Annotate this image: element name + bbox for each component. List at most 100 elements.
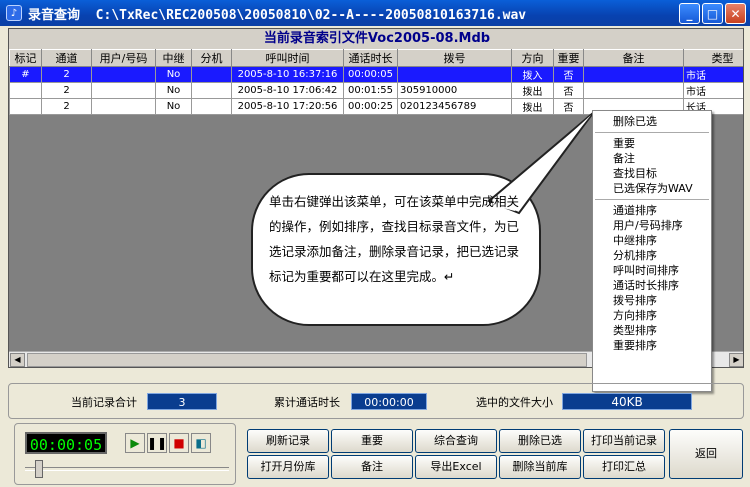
query-button[interactable]: 综合查询 bbox=[415, 429, 497, 453]
menu-item-note[interactable]: 备注 bbox=[593, 151, 711, 166]
record-count-label: 当前记录合计 bbox=[71, 396, 137, 409]
menu-item-delete-selected[interactable]: 删除已选 bbox=[593, 114, 711, 129]
export-excel-button[interactable]: 导出Excel bbox=[415, 455, 497, 479]
column-header[interactable]: 通话时长 bbox=[343, 49, 398, 67]
callout-text: 单击右键弹出该菜单，可在该菜单中完成相关的操作，例如排序，查找目标录音文件，为已… bbox=[269, 194, 520, 284]
column-header[interactable]: 类型 bbox=[683, 49, 743, 67]
table-cell bbox=[9, 82, 42, 99]
table-cell bbox=[583, 66, 684, 83]
record-table[interactable]: 标记 通道 用户/号码 中继 分机 呼叫时间 通话时长 拨号 方向 重要 备注 … bbox=[9, 49, 743, 115]
table-cell: 2 bbox=[41, 82, 92, 99]
table-cell bbox=[397, 66, 512, 83]
table-cell: # bbox=[9, 66, 42, 83]
table-cell: 2005-8-10 17:06:42 bbox=[231, 82, 344, 99]
menu-item-sort-extension[interactable]: 分机排序 bbox=[593, 248, 711, 263]
delete-db-button[interactable]: 删除当前库 bbox=[499, 455, 581, 479]
menu-item-sort-call-time[interactable]: 呼叫时间排序 bbox=[593, 263, 711, 278]
column-header[interactable]: 呼叫时间 bbox=[231, 49, 344, 67]
menu-item-sort-user[interactable]: 用户/号码排序 bbox=[593, 218, 711, 233]
duration-label: 累计通话时长 bbox=[274, 396, 340, 409]
table-cell bbox=[583, 82, 684, 99]
delete-selected-button[interactable]: 删除已选 bbox=[499, 429, 581, 453]
table-cell: 市话 bbox=[683, 82, 743, 99]
open-month-button[interactable]: 打开月份库 bbox=[247, 455, 329, 479]
table-cell: 2005-8-10 17:20:56 bbox=[231, 98, 344, 115]
print-current-button[interactable]: 打印当前记录 bbox=[583, 429, 665, 453]
table-cell bbox=[91, 66, 156, 83]
audio-player: 00:00:05 ▶ ❚❚ ■ ◧ bbox=[14, 423, 236, 485]
table-cell: 否 bbox=[553, 98, 584, 115]
table-header: 标记 通道 用户/号码 中继 分机 呼叫时间 通话时长 拨号 方向 重要 备注 … bbox=[9, 49, 743, 67]
column-header[interactable]: 分机 bbox=[191, 49, 232, 67]
context-menu[interactable]: 删除已选 重要 备注 查找目标 已选保存为WAV 通道排序 用户/号码排序 中继… bbox=[592, 110, 712, 392]
table-cell: 否 bbox=[553, 66, 584, 83]
table-cell: 2 bbox=[41, 98, 92, 115]
close-button[interactable]: ✕ bbox=[725, 3, 746, 24]
menu-item-save-wav[interactable]: 已选保存为WAV bbox=[593, 181, 711, 196]
column-header[interactable]: 通道 bbox=[41, 49, 92, 67]
table-cell bbox=[9, 98, 42, 115]
table-cell: 305910000 bbox=[397, 82, 512, 99]
column-header[interactable]: 用户/号码 bbox=[91, 49, 156, 67]
scroll-thumb[interactable] bbox=[27, 353, 587, 367]
menu-item-sort-direction[interactable]: 方向排序 bbox=[593, 308, 711, 323]
pause-icon[interactable]: ❚❚ bbox=[147, 433, 167, 453]
table-cell bbox=[191, 66, 232, 83]
stats-panel: 当前记录合计 3 累计通话时长 00:00:00 选中的文件大小 40KB bbox=[8, 383, 744, 419]
speaker-icon[interactable]: ◧ bbox=[191, 433, 211, 453]
slider-knob[interactable] bbox=[35, 460, 43, 478]
app-icon: ♪ bbox=[6, 5, 22, 21]
minimize-button[interactable]: _ bbox=[679, 3, 700, 24]
table-cell: 00:00:25 bbox=[343, 98, 398, 115]
table-cell: 00:01:55 bbox=[343, 82, 398, 99]
action-buttons: 刷新记录 重要 综合查询 删除已选 打印当前记录 返回 打开月份库 备注 导出E… bbox=[247, 429, 743, 481]
table-row[interactable]: # 2 No 2005-8-10 16:37:16 00:00:05 拨入 否 … bbox=[9, 66, 743, 83]
menu-item-find[interactable]: 查找目标 bbox=[593, 166, 711, 181]
table-cell: 020123456789 bbox=[397, 98, 512, 115]
menu-item-sort-important[interactable]: 重要排序 bbox=[593, 338, 711, 353]
progress-slider[interactable] bbox=[25, 460, 229, 478]
column-header[interactable]: 重要 bbox=[553, 49, 584, 67]
column-header[interactable]: 标记 bbox=[9, 49, 42, 67]
record-count-value: 3 bbox=[147, 393, 217, 410]
menu-item-sort-trunk[interactable]: 中继排序 bbox=[593, 233, 711, 248]
title-bar: ♪ 录音查询 C:\TxRec\REC200508\20050810\02--A… bbox=[0, 0, 750, 26]
back-button[interactable]: 返回 bbox=[669, 429, 743, 479]
column-header[interactable]: 方向 bbox=[511, 49, 554, 67]
table-cell: No bbox=[155, 66, 192, 83]
stop-icon[interactable]: ■ bbox=[169, 433, 189, 453]
maximize-button[interactable]: □ bbox=[702, 3, 723, 24]
play-icon[interactable]: ▶ bbox=[125, 433, 145, 453]
table-cell: 拨出 bbox=[511, 98, 554, 115]
table-cell: 拨入 bbox=[511, 66, 554, 83]
scroll-right-icon[interactable]: ▶ bbox=[729, 353, 743, 367]
menu-separator bbox=[595, 199, 709, 200]
table-cell: 市话 bbox=[683, 66, 743, 83]
table-cell bbox=[191, 82, 232, 99]
table-cell: No bbox=[155, 98, 192, 115]
table-cell: 2 bbox=[41, 66, 92, 83]
important-button[interactable]: 重要 bbox=[331, 429, 413, 453]
menu-item-sort-duration[interactable]: 通话时长排序 bbox=[593, 278, 711, 293]
callout-bubble: 单击右键弹出该菜单，可在该菜单中完成相关的操作，例如排序，查找目标录音文件，为已… bbox=[251, 112, 594, 326]
print-summary-button[interactable]: 打印汇总 bbox=[583, 455, 665, 479]
menu-item-sort-channel[interactable]: 通道排序 bbox=[593, 203, 711, 218]
menu-item-sort-type[interactable]: 类型排序 bbox=[593, 323, 711, 338]
table-cell: 2005-8-10 16:37:16 bbox=[231, 66, 344, 83]
menu-separator bbox=[595, 132, 709, 133]
column-header[interactable]: 中继 bbox=[155, 49, 192, 67]
window-title: 录音查询 C:\TxRec\REC200508\20050810\02--A--… bbox=[28, 4, 526, 23]
column-header[interactable]: 拨号 bbox=[397, 49, 512, 67]
menu-item-important[interactable]: 重要 bbox=[593, 136, 711, 151]
scroll-left-icon[interactable]: ◀ bbox=[10, 353, 25, 367]
file-size-value: 40KB bbox=[562, 393, 692, 410]
note-button[interactable]: 备注 bbox=[331, 455, 413, 479]
file-size-label: 选中的文件大小 bbox=[476, 396, 553, 409]
table-cell: 拨出 bbox=[511, 82, 554, 99]
table-cell bbox=[191, 98, 232, 115]
refresh-button[interactable]: 刷新记录 bbox=[247, 429, 329, 453]
table-row[interactable]: 2 No 2005-8-10 17:06:42 00:01:55 3059100… bbox=[9, 82, 743, 99]
menu-item-sort-dialed[interactable]: 拨号排序 bbox=[593, 293, 711, 308]
table-cell: No bbox=[155, 82, 192, 99]
column-header[interactable]: 备注 bbox=[583, 49, 684, 67]
